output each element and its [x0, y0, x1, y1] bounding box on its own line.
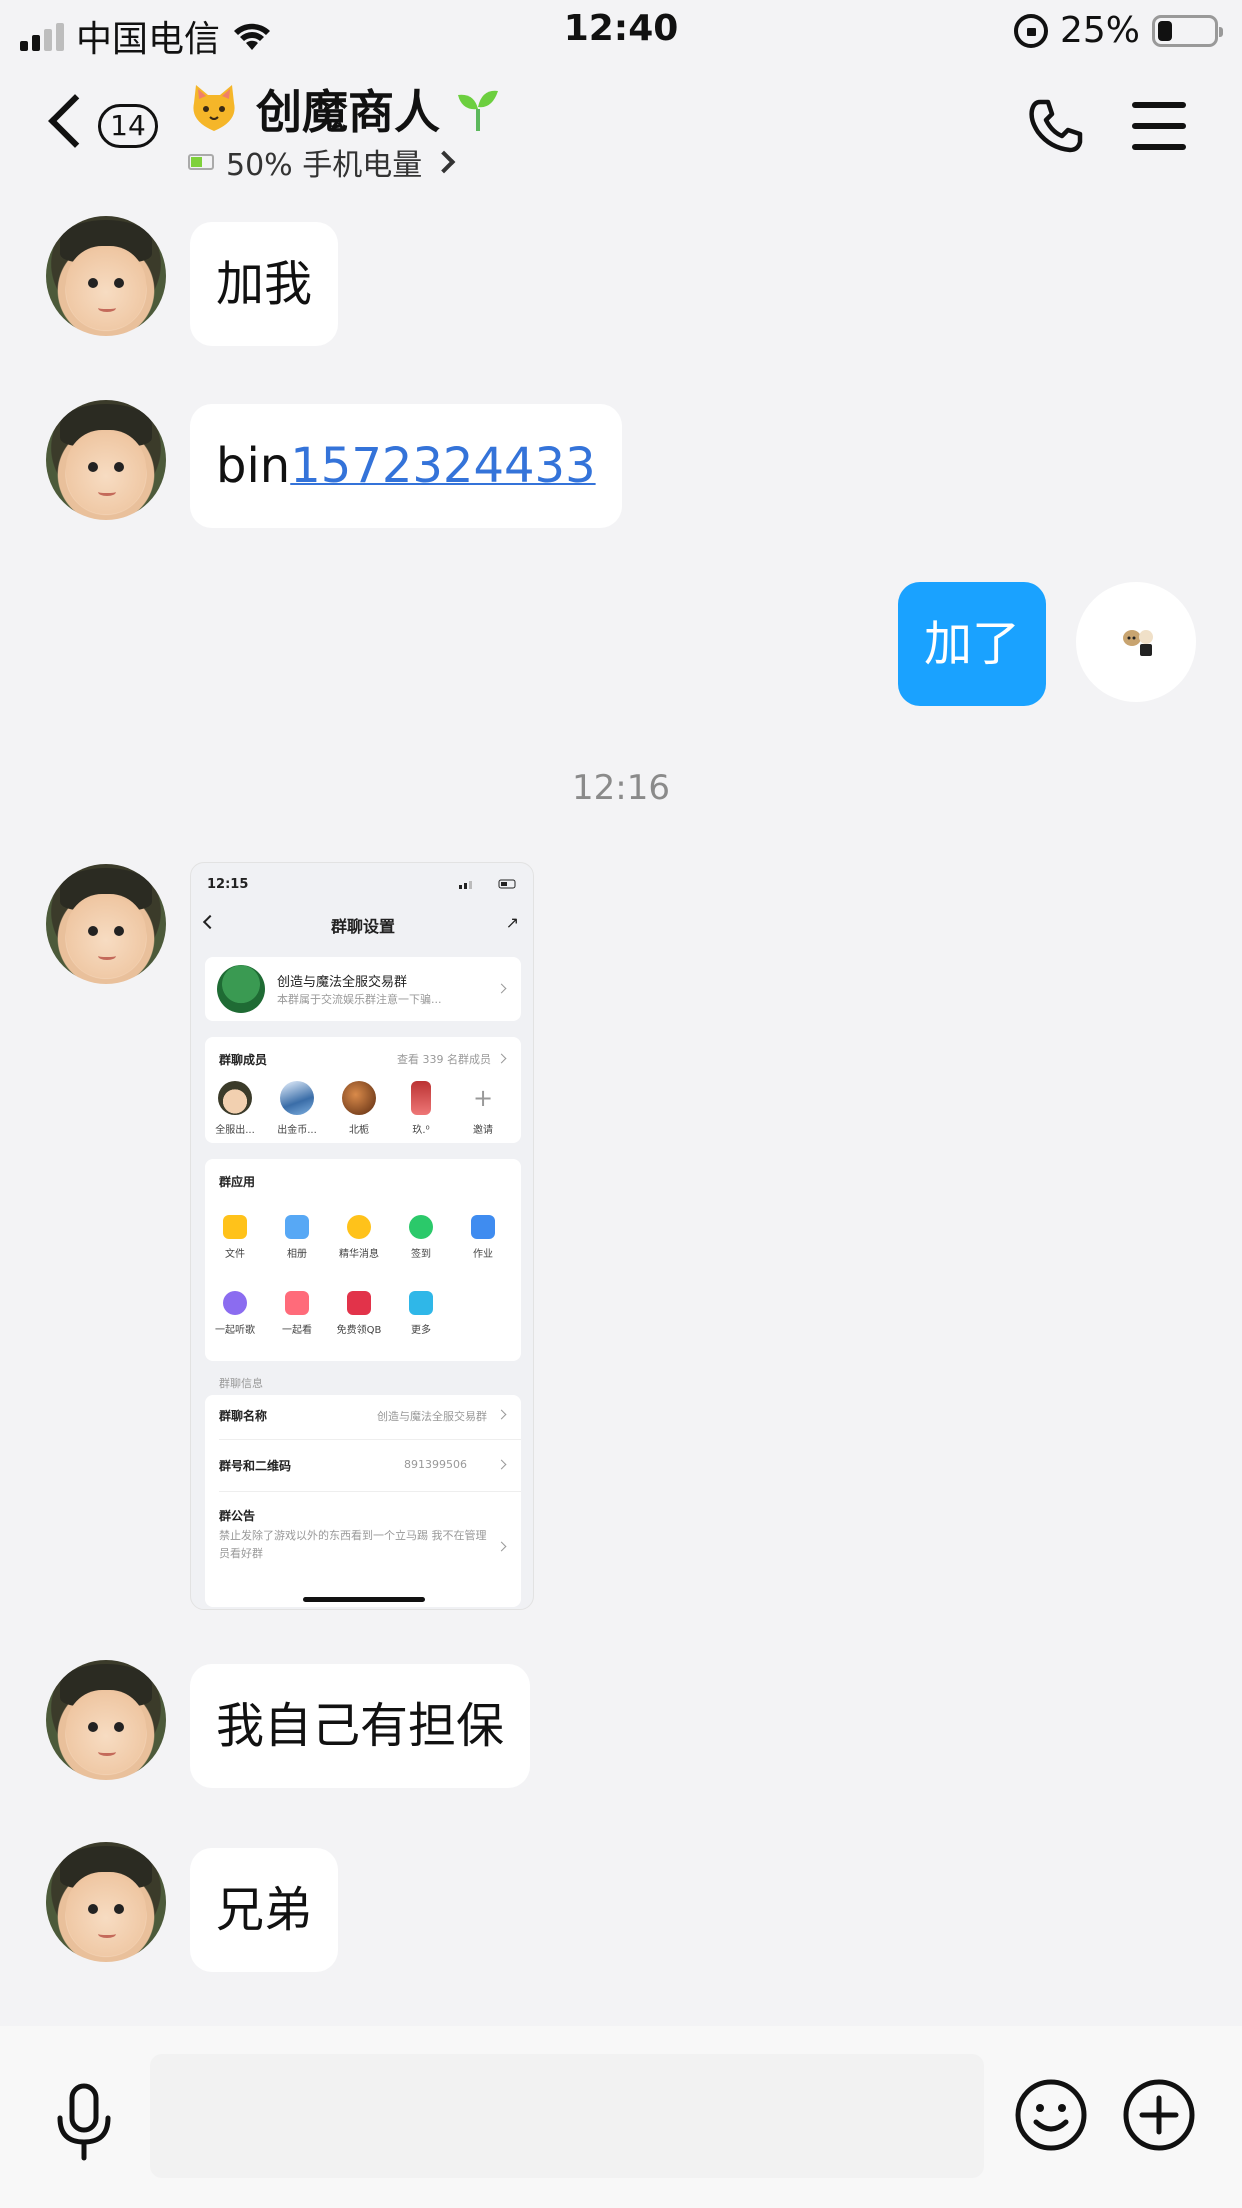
- contact-avatar[interactable]: [46, 400, 166, 520]
- unread-count-badge[interactable]: 14: [98, 104, 158, 148]
- shot-member-name: 出金币...: [277, 1125, 317, 1136]
- subtitle-text: 50% 手机电量: [226, 148, 423, 183]
- sprout-icon: [458, 90, 498, 131]
- shot-row-name-value: 创造与魔法全服交易群: [377, 1410, 487, 1423]
- shot-apps-title: 群应用: [219, 1175, 256, 1189]
- message-bubble[interactable]: bin1572324433: [190, 404, 622, 528]
- shot-time: 12:15: [207, 877, 249, 892]
- chat-title: 创魔商人: [256, 85, 440, 139]
- shot-row-qr-label: 群号和二维码: [219, 1459, 292, 1473]
- status-bar: 中国电信 12:40 25%: [0, 0, 1242, 62]
- message-bubble[interactable]: 兄弟: [190, 1848, 339, 1972]
- shot-status-icons: [459, 879, 516, 889]
- shared-screenshot-image[interactable]: 12:15 群聊设置 ↗ 创造与魔法全服交易群 本群属于交流娱乐群注意一下骗..…: [190, 862, 534, 1610]
- contact-avatar[interactable]: [46, 216, 166, 336]
- shot-info-card: 群聊名称 创造与魔法全服交易群 群号和二维码 891399506 群公告 禁止发…: [205, 1395, 521, 1607]
- shot-members-title: 群聊成员: [219, 1053, 268, 1067]
- shot-notice-label: 群公告: [219, 1509, 256, 1523]
- shot-members-card: 群聊成员 查看 339 名群成员 全服出... 出金币... 北栀 玖.⁰ + 邀…: [205, 1037, 521, 1143]
- shot-app-label: 一起看: [282, 1325, 312, 1336]
- plus-icon[interactable]: [1122, 2078, 1196, 2152]
- shot-share-icon: ↗: [505, 913, 519, 932]
- message-bubble[interactable]: 加我: [190, 222, 339, 346]
- message-text: 兄弟: [216, 1882, 313, 1938]
- shot-invite-label: 邀请: [473, 1125, 493, 1136]
- chevron-right-icon: [432, 150, 456, 174]
- message-text: 加了: [924, 616, 1021, 672]
- message-text: 加我: [216, 256, 313, 312]
- message-bubble[interactable]: 我自己有担保: [190, 1664, 531, 1788]
- menu-icon[interactable]: [1132, 102, 1186, 150]
- shot-app-label: 精华消息: [339, 1249, 379, 1260]
- shot-title: 群聊设置: [330, 917, 395, 936]
- shot-member-name: 玖.⁰: [412, 1125, 430, 1136]
- shot-app-label: 一起听歌: [215, 1325, 255, 1336]
- shot-app-label: 免费领QB: [336, 1325, 382, 1336]
- shot-app-label: 签到: [411, 1249, 431, 1260]
- contact-avatar[interactable]: [46, 1660, 166, 1780]
- contact-avatar[interactable]: [46, 864, 166, 984]
- battery-icon: [1152, 14, 1223, 47]
- message-text: 我自己有担保: [216, 1698, 505, 1754]
- shot-row-name-label: 群聊名称: [219, 1409, 268, 1423]
- shot-app-label: 更多: [411, 1325, 431, 1336]
- status-right: 25%: [1013, 10, 1223, 51]
- shot-app-label: 作业: [473, 1249, 493, 1260]
- shot-group-card: 创造与魔法全服交易群 本群属于交流娱乐群注意一下骗...: [205, 957, 521, 1021]
- message-timestamp: 12:16: [572, 768, 670, 808]
- rotation-lock-icon: [1013, 13, 1048, 48]
- my-avatar[interactable]: [1076, 582, 1196, 702]
- battery-percent: 25%: [1059, 10, 1140, 51]
- input-bar: [0, 2026, 1242, 2208]
- phone-battery-icon: [188, 154, 214, 170]
- chat-header: 14 创魔商人 50% 手机电量: [0, 62, 1242, 192]
- shot-apps-card: 群应用 文件 相册 精华消息 签到 作业 一起听歌 一起看 免费领QB 更多: [205, 1159, 521, 1361]
- status-subtitle[interactable]: 50% 手机电量: [188, 140, 456, 184]
- shot-member-name: 北栀: [349, 1125, 369, 1136]
- cat-face-icon: [193, 85, 235, 131]
- shot-app-label: 文件: [225, 1249, 245, 1260]
- shot-home-indicator: [303, 1597, 425, 1602]
- shot-group-name: 创造与魔法全服交易群: [277, 975, 408, 990]
- phone-call-icon[interactable]: [1026, 96, 1086, 156]
- shot-row-qr-value: 891399506: [404, 1458, 467, 1471]
- shot-members-link: 查看 339 名群成员: [397, 1053, 491, 1066]
- shot-notice-text: 禁止发除了游戏以外的东西看到一个立马踢 我不在管理员看好群: [219, 1529, 487, 1560]
- shot-group-avatar: [217, 965, 265, 1013]
- message-input[interactable]: [150, 2054, 984, 2178]
- message-text: bin: [216, 438, 291, 494]
- avatar-figure-icon: [1123, 630, 1153, 656]
- phone-number-link[interactable]: 1572324433: [290, 438, 595, 494]
- shot-app-label: 相册: [287, 1249, 307, 1260]
- back-arrow-icon[interactable]: [48, 94, 102, 148]
- contact-avatar[interactable]: [46, 1842, 166, 1962]
- my-message-bubble[interactable]: 加了: [898, 582, 1047, 706]
- title-row[interactable]: 创魔商人: [186, 76, 502, 142]
- shot-info-section: 群聊信息: [219, 1377, 263, 1390]
- microphone-icon[interactable]: [52, 2082, 116, 2162]
- shot-member-name: 全服出...: [215, 1125, 255, 1136]
- emoji-icon[interactable]: [1014, 2078, 1088, 2152]
- shot-group-desc: 本群属于交流娱乐群注意一下骗...: [277, 993, 442, 1006]
